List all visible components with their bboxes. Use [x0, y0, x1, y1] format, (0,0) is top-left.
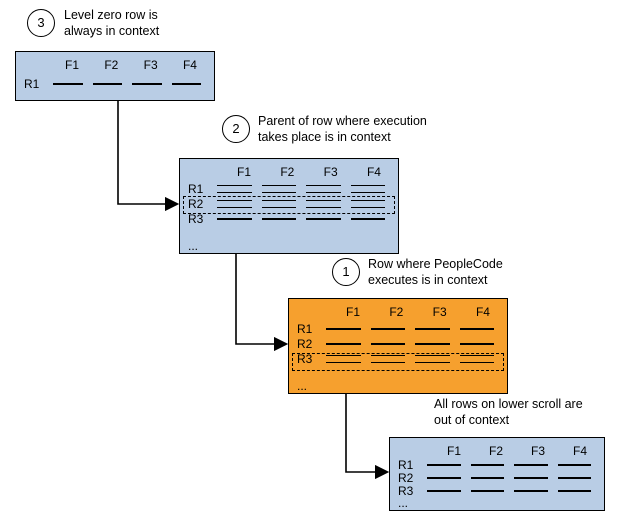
table-row: R2	[398, 472, 596, 484]
cell-dash	[558, 490, 592, 492]
table-level3-headers: F1 F2 F3 F4	[438, 444, 596, 458]
selected-row-indicator	[292, 353, 504, 371]
col-header: F3	[522, 444, 554, 458]
cell-dash	[514, 477, 548, 479]
row-label: R3	[188, 212, 212, 226]
diagram-canvas: 3 Level zero row is always in context F1…	[0, 0, 621, 515]
cell-dash	[172, 83, 202, 85]
cell-dash	[427, 490, 461, 492]
selected-row-indicator	[183, 196, 395, 214]
col-header: F1	[56, 58, 88, 72]
cell-dash	[306, 218, 341, 220]
row-label: R1	[398, 458, 422, 472]
cell-dash	[514, 464, 548, 466]
cell-dash	[371, 328, 406, 330]
col-header: F3	[424, 305, 456, 319]
cell-dash	[427, 477, 461, 479]
rows-ellipsis: ...	[297, 379, 307, 393]
rows-ellipsis: ...	[188, 239, 198, 253]
row-label: R2	[398, 471, 422, 485]
table-level0: F1 F2 F3 F4 R1	[15, 51, 215, 101]
table-level1: F1 F2 F3 F4 R1 R2 R3 ...	[179, 158, 399, 254]
table-level1-headers: F1 F2 F3 F4	[228, 165, 390, 179]
cell-dash	[306, 185, 341, 193]
table-level0-headers: F1 F2 F3 F4	[56, 58, 206, 72]
table-row: R1	[398, 459, 596, 471]
rows-ellipsis: ...	[398, 496, 408, 510]
cell-dash	[351, 218, 386, 220]
cell-dash	[471, 490, 505, 492]
cell-dash	[326, 343, 361, 345]
row-label: R1	[188, 182, 212, 196]
col-header: F2	[480, 444, 512, 458]
cell-dash	[351, 185, 386, 193]
cell-dash	[262, 185, 297, 193]
table-row: R2	[297, 337, 499, 351]
cell-dash	[415, 343, 450, 345]
cell-dash	[460, 343, 495, 345]
row-label: R1	[297, 322, 321, 336]
cell-dash	[217, 218, 252, 220]
caption-level3: All rows on lower scroll are out of cont…	[434, 397, 583, 428]
step-bubble-3: 3	[27, 9, 55, 37]
col-header: F3	[135, 58, 167, 72]
table-level3: F1 F2 F3 F4 R1 R2 R3 ...	[389, 437, 605, 511]
col-header: F4	[564, 444, 596, 458]
cell-dash	[558, 464, 592, 466]
table-level0-rows: R1	[24, 74, 206, 92]
col-header: F4	[174, 58, 206, 72]
cell-dash	[53, 83, 83, 85]
step-bubble-2: 2	[222, 115, 250, 143]
cell-dash	[132, 83, 162, 85]
cell-dash	[415, 328, 450, 330]
col-header: F2	[380, 305, 412, 319]
table-row: R3	[188, 212, 390, 226]
table-level2-headers: F1 F2 F3 F4	[337, 305, 499, 319]
cell-dash	[460, 328, 495, 330]
row-label: R1	[24, 77, 48, 91]
cell-dash	[217, 185, 252, 193]
col-header: F3	[315, 165, 347, 179]
col-header: F2	[95, 58, 127, 72]
row-label: R2	[297, 337, 321, 351]
cell-dash	[471, 464, 505, 466]
caption-level0: Level zero row is always in context	[64, 8, 159, 39]
col-header: F4	[467, 305, 499, 319]
caption-level1: Parent of row where execution takes plac…	[258, 114, 427, 145]
cell-dash	[93, 83, 123, 85]
caption-level2: Row where PeopleCode executes is in cont…	[368, 257, 503, 288]
cell-dash	[262, 218, 297, 220]
cell-dash	[427, 464, 461, 466]
table-row: R1	[24, 76, 206, 92]
table-level2: F1 F2 F3 F4 R1 R2 R3 ...	[288, 298, 508, 394]
col-header: F1	[438, 444, 470, 458]
cell-dash	[514, 490, 548, 492]
table-row: R1	[297, 322, 499, 336]
col-header: F1	[337, 305, 369, 319]
step-bubble-1: 1	[332, 258, 360, 286]
cell-dash	[326, 328, 361, 330]
table-level3-rows: R1 R2 R3	[398, 458, 596, 497]
col-header: F2	[271, 165, 303, 179]
cell-dash	[471, 477, 505, 479]
table-row: R3	[398, 485, 596, 497]
cell-dash	[558, 477, 592, 479]
cell-dash	[371, 343, 406, 345]
col-header: F4	[358, 165, 390, 179]
table-row: R1	[188, 182, 390, 196]
col-header: F1	[228, 165, 260, 179]
